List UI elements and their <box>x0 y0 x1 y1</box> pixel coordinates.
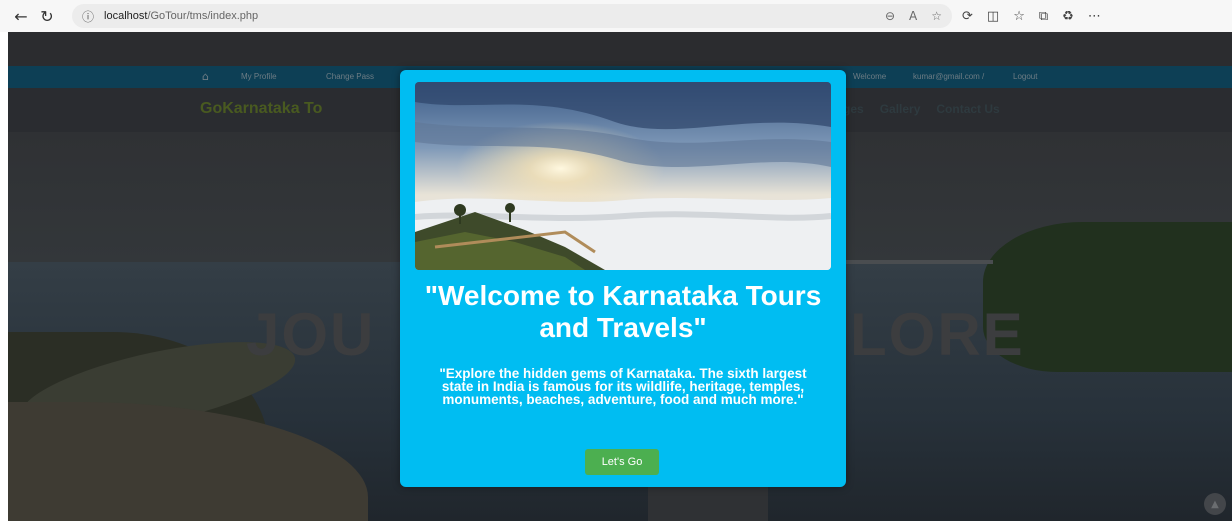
url-host: localhost <box>104 10 148 22</box>
site-brand[interactable]: GoKarnataka To <box>200 100 322 118</box>
refresh-icon[interactable]: ↻ <box>34 3 60 29</box>
hero-text-right: LORE <box>850 301 1025 368</box>
browser-essentials-icon[interactable]: ♻ <box>1062 9 1074 24</box>
browser-tools: ⟳ ◫ ☆ ⧉ ♻ ⋯ <box>962 9 1101 24</box>
collections-icon[interactable]: ⧉ <box>1039 9 1048 24</box>
menu-welcome: Welcome <box>853 72 887 81</box>
bridge-background <box>843 260 993 264</box>
split-screen-icon[interactable]: ◫ <box>987 9 999 24</box>
url-path: /GoTour/tms/index.php <box>147 10 259 22</box>
nav-packages[interactable]: ges <box>843 102 864 116</box>
more-icon[interactable]: ⋯ <box>1088 9 1101 24</box>
home-icon[interactable]: ⌂ <box>202 70 209 83</box>
favorites-icon[interactable]: ☆ <box>1013 9 1025 24</box>
zoom-icon[interactable]: ⊖ <box>885 9 895 23</box>
extensions-icon[interactable]: ⟳ <box>962 9 973 24</box>
address-bar[interactable]: ⓘ localhost /GoTour/tms/index.php ⊖ A ☆ <box>72 4 952 28</box>
modal-description: "Explore the hidden gems of Karnataka. T… <box>439 366 807 407</box>
menu-logout[interactable]: Logout <box>1013 72 1037 81</box>
modal-landscape-image <box>415 82 831 270</box>
nav-contact-us[interactable]: Contact Us <box>936 102 999 116</box>
lets-go-button[interactable]: Let's Go <box>585 449 659 475</box>
menu-user-email: kumar@gmail.com / <box>913 72 985 81</box>
site-nav: ges Gallery Contact Us <box>843 102 1000 116</box>
hero-text-left: JOU <box>246 301 376 368</box>
browser-toolbar: ← ↻ ⓘ localhost /GoTour/tms/index.php ⊖ … <box>0 0 1232 32</box>
menu-my-profile[interactable]: My Profile <box>241 72 277 81</box>
back-icon[interactable]: ← <box>8 3 34 29</box>
road-background <box>648 482 768 521</box>
menu-change-password[interactable]: Change Pass <box>326 72 374 81</box>
scroll-top-button[interactable]: ▲ <box>1204 493 1226 515</box>
nav-gallery[interactable]: Gallery <box>880 102 921 116</box>
page-viewport: JOU LORE ⌂ My Profile Change Pass Welcom… <box>8 32 1232 521</box>
modal-title: "Welcome to Karnataka Tours and Travels" <box>424 280 822 343</box>
welcome-modal: "Welcome to Karnataka Tours and Travels"… <box>400 70 846 487</box>
top-strip <box>8 32 1232 66</box>
read-aloud-icon[interactable]: A <box>909 9 917 23</box>
favorite-icon[interactable]: ☆ <box>931 9 942 23</box>
site-info-icon[interactable]: ⓘ <box>82 8 94 25</box>
